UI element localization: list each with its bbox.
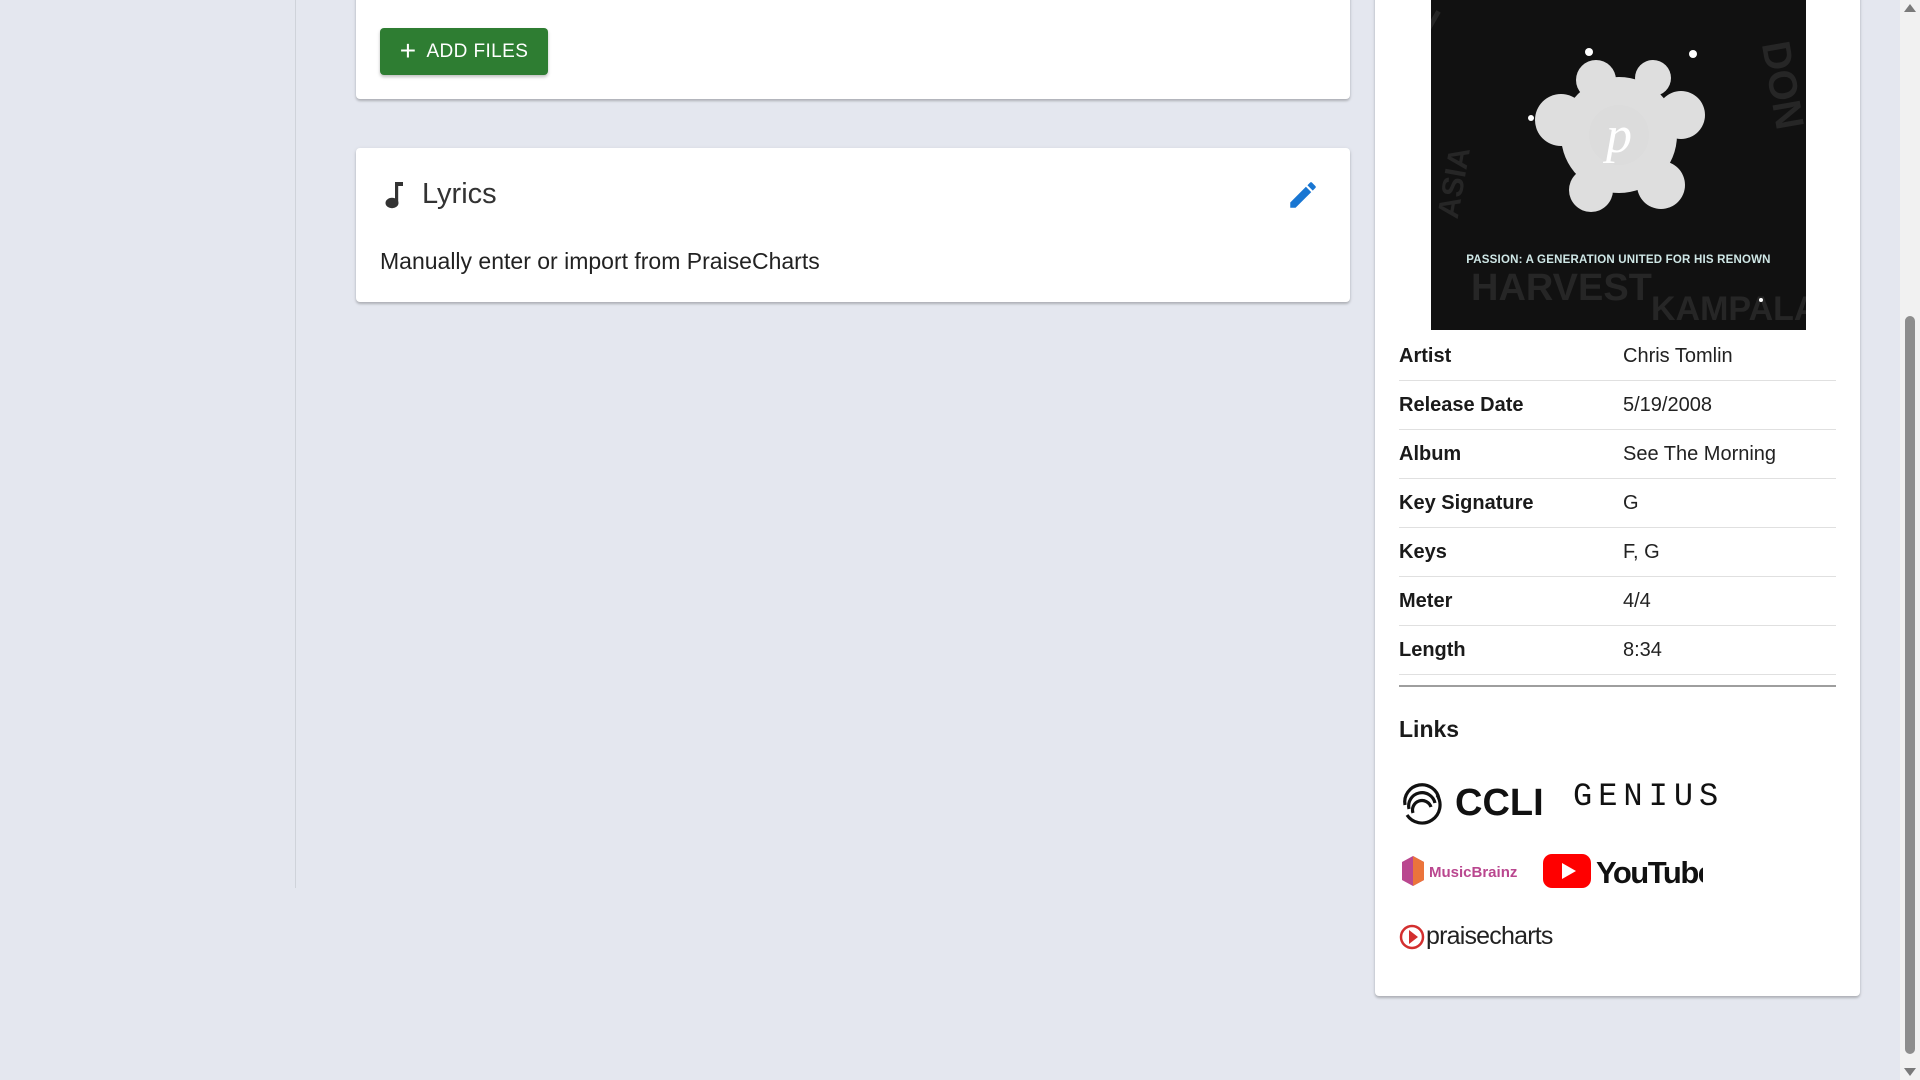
meta-row-album: Album See The Morning (1399, 429, 1836, 479)
album-art: NAME DON HARVEST KAMPALA ASIA p (1431, 0, 1806, 330)
praisecharts-link[interactable]: praisecharts (1399, 915, 1559, 960)
album-art-graphic: NAME DON HARVEST KAMPALA ASIA p (1431, 0, 1806, 330)
meta-label: Key Signature (1399, 478, 1623, 528)
music-note-icon (385, 181, 403, 208)
praisecharts-logo-icon: praisecharts (1399, 922, 1554, 950)
meta-label: Album (1399, 429, 1623, 479)
svg-text:HARVEST: HARVEST (1471, 267, 1652, 309)
left-nav-border (295, 0, 296, 888)
musicbrainz-link[interactable]: MusicBrainz (1399, 854, 1529, 893)
youtube-text: YouTube (1596, 855, 1703, 890)
meta-value: F, G (1623, 527, 1836, 577)
meta-value: Chris Tomlin (1623, 332, 1836, 381)
genius-text: GENIUS (1573, 778, 1723, 815)
scroll-up-arrow-icon[interactable] (1904, 4, 1916, 12)
svg-text:KAMPALA: KAMPALA (1651, 290, 1806, 328)
page-scrollbar[interactable] (1900, 0, 1920, 1080)
meta-row-artist: Artist Chris Tomlin (1399, 332, 1836, 381)
meta-value: 5/19/2008 (1623, 380, 1836, 430)
musicbrainz-text: MusicBrainz (1429, 864, 1517, 881)
meta-row-release-date: Release Date 5/19/2008 (1399, 380, 1836, 430)
meta-label: Meter (1399, 576, 1623, 626)
meta-label: Keys (1399, 527, 1623, 577)
genius-link[interactable]: GENIUS (1573, 775, 1723, 820)
meta-label: Length (1399, 625, 1623, 675)
lyrics-header: Lyrics (384, 178, 497, 211)
meta-row-key-signature: Key Signature G (1399, 478, 1836, 528)
add-files-button[interactable]: + ADD FILES (380, 28, 548, 75)
praisecharts-text: praisecharts (1426, 922, 1553, 950)
lyrics-title: Lyrics (422, 178, 497, 210)
lyrics-card: Lyrics Manually enter or import from Pra… (356, 148, 1350, 302)
meta-row-keys: Keys F, G (1399, 527, 1836, 577)
meta-row-meter: Meter 4/4 (1399, 576, 1836, 626)
musicbrainz-logo-icon: MusicBrainz (1402, 856, 1517, 886)
files-card: + ADD FILES (356, 0, 1350, 99)
ccli-logo-icon: CCLI (1403, 782, 1544, 825)
meta-value: 4/4 (1623, 576, 1836, 626)
scrollbar-thumb[interactable] (1905, 316, 1915, 1054)
youtube-logo-icon: YouTube (1543, 854, 1716, 890)
svg-text:p: p (1602, 107, 1632, 164)
genius-logo-icon: GENIUS (1573, 778, 1723, 815)
scroll-down-arrow-icon[interactable] (1904, 1068, 1916, 1076)
add-files-label: ADD FILES (426, 40, 529, 62)
meta-row-length: Length 8:34 (1399, 625, 1836, 675)
meta-label: Artist (1399, 332, 1623, 381)
meta-value: 8:34 (1623, 625, 1836, 675)
youtube-link[interactable]: YouTube (1543, 850, 1716, 895)
ccli-text: CCLI (1455, 782, 1544, 824)
lyrics-description: Manually enter or import from PraiseChar… (380, 248, 820, 274)
meta-value: See The Morning (1623, 429, 1836, 479)
links-heading: Links (1399, 716, 1460, 742)
plus-icon: + (399, 34, 417, 66)
ccli-link[interactable]: CCLI (1399, 775, 1549, 830)
meta-label: Release Date (1399, 380, 1623, 430)
meta-value: G (1623, 478, 1836, 528)
pencil-icon[interactable] (1286, 178, 1320, 212)
album-art-caption: PASSION: A GENERATION UNITED FOR HIS REN… (1466, 254, 1771, 266)
song-meta-table: Artist Chris Tomlin Release Date 5/19/20… (1399, 332, 1836, 675)
song-info-card: NAME DON HARVEST KAMPALA ASIA p (1375, 0, 1860, 996)
links-divider (1399, 685, 1836, 687)
